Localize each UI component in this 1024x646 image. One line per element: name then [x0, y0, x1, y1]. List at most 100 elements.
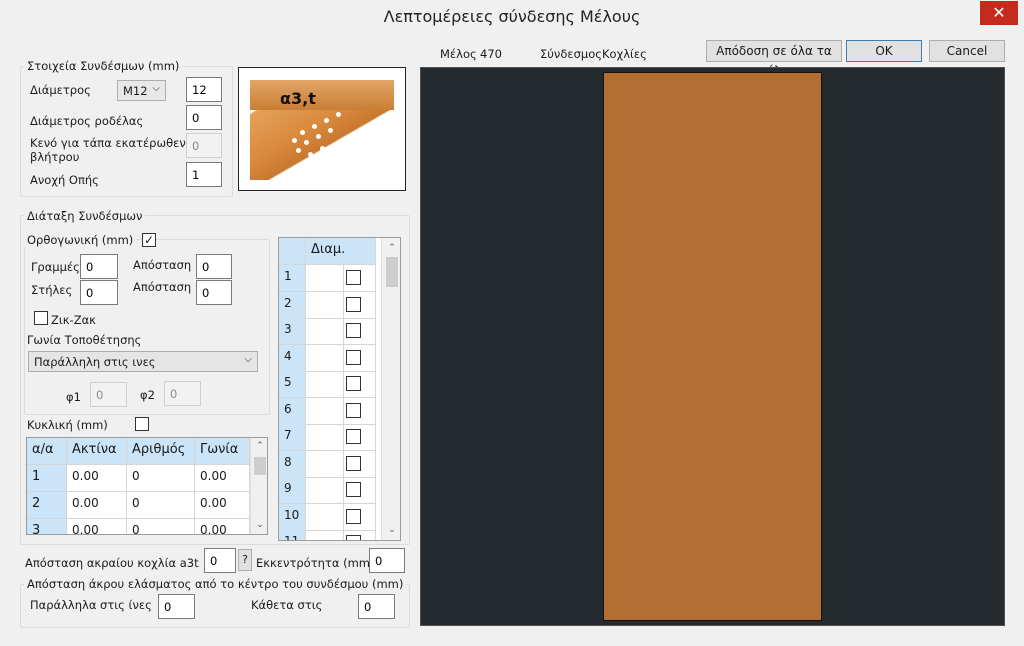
parallel-input[interactable] [158, 594, 195, 619]
count-cell[interactable]: 0 [127, 492, 195, 519]
eccentricity-input[interactable] [369, 548, 405, 573]
diam-cell[interactable] [306, 503, 344, 531]
washer-input[interactable] [186, 105, 222, 130]
table-row-index[interactable]: 1 [27, 465, 67, 492]
diam-cell[interactable] [306, 318, 344, 345]
scroll-up-icon[interactable]: ⌃ [252, 441, 267, 451]
row-check-cell[interactable] [344, 477, 376, 504]
radius-cell[interactable]: 0.00 [67, 465, 127, 492]
distance1-input[interactable] [196, 254, 232, 279]
circular-checkbox[interactable] [135, 417, 149, 431]
diam-cell[interactable] [306, 477, 344, 504]
radius-cell[interactable]: 0.00 [67, 492, 127, 519]
row-check-cell[interactable] [344, 450, 376, 478]
perpendicular-input[interactable] [358, 594, 395, 619]
table-row-index[interactable]: 6 [279, 397, 306, 425]
scroll-down-icon[interactable]: ⌄ [384, 525, 400, 535]
angle-select[interactable]: Παράλληλη στις ινες ⌵ [28, 351, 258, 372]
table-header[interactable]: Διαμ. [306, 238, 376, 265]
row-checkbox[interactable] [346, 402, 361, 418]
count-cell[interactable]: 0 [127, 519, 195, 534]
row-check-cell[interactable] [344, 291, 376, 319]
circular-table-scrollbar[interactable]: ⌃ ⌄ [250, 438, 267, 534]
distance1-label: Απόσταση [133, 258, 192, 272]
row-check-cell[interactable] [344, 265, 376, 292]
edge-distance-input[interactable] [204, 548, 236, 573]
diam-cell[interactable] [306, 291, 344, 319]
table-header[interactable]: Αριθμός [127, 438, 195, 465]
row-checkbox[interactable] [346, 508, 361, 524]
table-row-index[interactable]: 3 [279, 318, 306, 345]
row-checkbox[interactable] [346, 482, 361, 497]
angle-cell[interactable]: 0.00 [195, 492, 250, 519]
perpendicular-label: Κάθετα στις [251, 598, 323, 612]
row-checkbox[interactable] [346, 429, 361, 444]
rows-input[interactable] [80, 254, 118, 279]
diam-cell[interactable] [306, 344, 344, 372]
zigzag-checkbox[interactable] [34, 311, 48, 325]
diameter-select[interactable]: M12 ⌵ [117, 80, 166, 101]
radius-cell[interactable]: 0.00 [67, 519, 127, 534]
table-row-index[interactable]: 10 [279, 503, 306, 531]
tolerance-input[interactable] [186, 162, 222, 187]
angle-cell[interactable]: 0.00 [195, 465, 250, 492]
row-check-cell[interactable] [344, 397, 376, 425]
table-row-index[interactable]: 2 [279, 291, 306, 319]
diam-cell[interactable] [306, 265, 344, 292]
row-checkbox[interactable] [346, 296, 361, 312]
rect-checkbox[interactable]: ✓ [142, 233, 156, 247]
diameter-input[interactable] [186, 77, 222, 102]
row-check-cell[interactable] [344, 344, 376, 372]
table-row-index[interactable]: 7 [279, 424, 306, 451]
row-checkbox[interactable] [346, 349, 361, 365]
apply-all-button[interactable]: Απόδοση σε όλα τα μέλη [706, 40, 842, 78]
ok-button[interactable]: OK [846, 40, 922, 62]
gap-input[interactable] [186, 133, 222, 158]
table-row-index[interactable]: 5 [279, 371, 306, 398]
help-button[interactable]: ? [238, 549, 252, 571]
diam-cell[interactable] [306, 397, 344, 425]
row-check-cell[interactable] [344, 318, 376, 345]
cols-input[interactable] [80, 280, 118, 305]
row-check-cell[interactable] [344, 530, 376, 540]
scroll-up-icon[interactable]: ⌃ [384, 243, 400, 253]
row-checkbox[interactable] [346, 323, 361, 338]
scroll-thumb[interactable] [386, 257, 398, 287]
distance2-input[interactable] [196, 280, 232, 305]
diam-cell[interactable] [306, 450, 344, 478]
phi1-input[interactable] [90, 382, 127, 407]
table-header[interactable]: α/α [27, 438, 67, 465]
gap-label-line2: βλήτρου [30, 150, 80, 164]
angle-cell[interactable]: 0.00 [195, 519, 250, 534]
diam-cell[interactable] [306, 530, 344, 540]
table-row-index[interactable]: 2 [27, 492, 67, 519]
diam-cell[interactable] [306, 424, 344, 451]
table-row-index[interactable]: 9 [279, 477, 306, 504]
phi2-input[interactable] [164, 381, 201, 406]
diam-table-scrollbar[interactable]: ⌃ ⌄ [381, 238, 400, 540]
table-row-index[interactable]: 4 [279, 344, 306, 372]
diam-cell[interactable] [306, 371, 344, 398]
table-row-index[interactable]: 8 [279, 450, 306, 478]
table-row-index[interactable]: 3 [27, 519, 67, 534]
row-checkbox[interactable] [346, 376, 361, 391]
scroll-thumb[interactable] [254, 457, 266, 475]
row-check-cell[interactable] [344, 371, 376, 398]
row-check-cell[interactable] [344, 424, 376, 451]
layout-group-legend: Διάταξη Συνδέσμων [24, 209, 146, 223]
row-checkbox[interactable] [346, 455, 361, 471]
close-icon[interactable]: ✕ [980, 1, 1018, 25]
table-row-index[interactable]: 11 [279, 530, 306, 540]
cancel-button[interactable]: Cancel [929, 40, 1005, 62]
count-cell[interactable]: 0 [127, 465, 195, 492]
angle-legend: Γωνία Τοποθέτησης [27, 333, 142, 347]
scroll-down-icon[interactable]: ⌄ [252, 520, 267, 530]
row-checkbox[interactable] [346, 270, 361, 285]
circular-table[interactable]: α/α Ακτίνα Αριθμός Γωνία 1 0.00 0 0.00 2… [26, 437, 268, 535]
table-header[interactable]: Ακτίνα [67, 438, 127, 465]
row-check-cell[interactable] [344, 503, 376, 531]
table-row-index[interactable]: 1 [279, 265, 306, 292]
row-checkbox[interactable] [346, 535, 361, 540]
diam-table[interactable]: Διαμ. 1 2 3 4 5 6 7 8 9 10 11 ⌃ ⌄ [278, 237, 401, 541]
table-header[interactable]: Γωνία [195, 438, 250, 465]
